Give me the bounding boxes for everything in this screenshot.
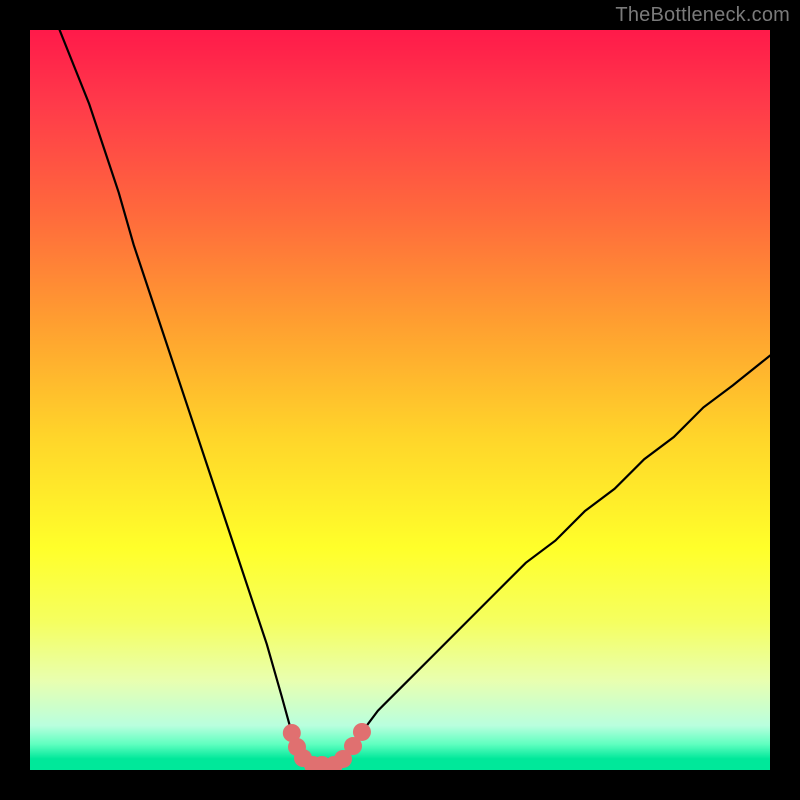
marker-dot: [353, 723, 371, 741]
outer-frame: TheBottleneck.com: [0, 0, 800, 800]
bottleneck-chart: [30, 30, 770, 770]
plot-area: [30, 30, 770, 770]
gradient-background: [30, 30, 770, 770]
attribution-text: TheBottleneck.com: [615, 4, 790, 27]
